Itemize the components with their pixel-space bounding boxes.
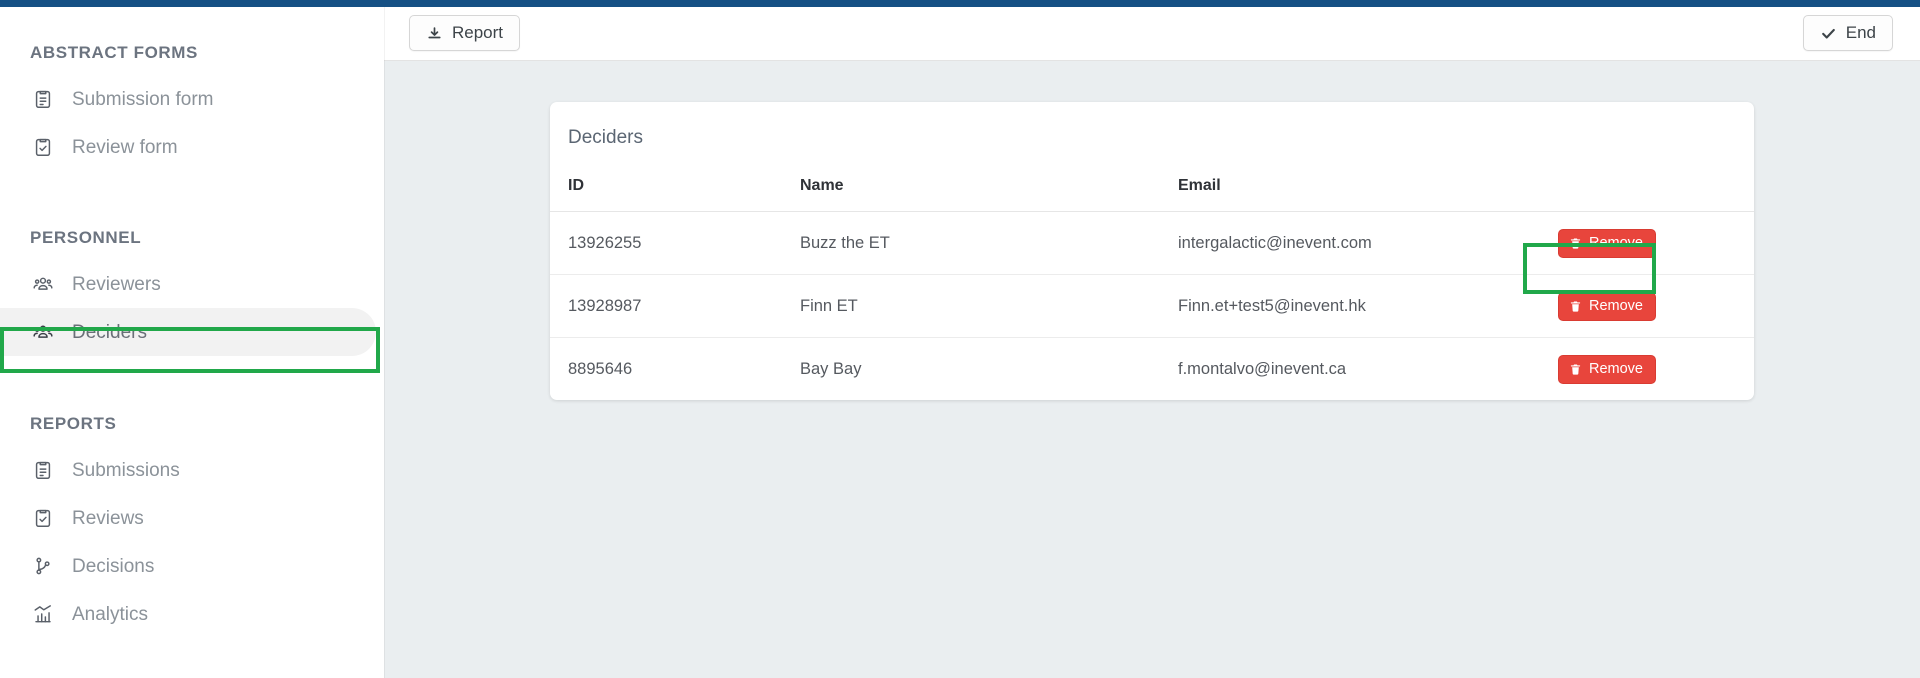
sidebar-group-title-personnel: PERSONNEL [30, 228, 142, 247]
clipboard-check-icon [30, 505, 56, 531]
cell-actions: Remove [1558, 274, 1754, 338]
cell-name: Finn ET [800, 274, 1178, 338]
column-header-actions [1558, 177, 1754, 212]
users-icon [30, 271, 56, 297]
sidebar-group-reports: REPORTS Submissions Reviews Decisions An… [0, 410, 384, 638]
sidebar-item-analytics[interactable]: Analytics [0, 590, 376, 638]
table-row: 13928987 Finn ET Finn.et+test5@inevent.h… [550, 274, 1754, 338]
sidebar-item-label: Review form [72, 136, 178, 158]
table-row: 8895646 Bay Bay f.montalvo@inevent.ca Re… [550, 338, 1754, 401]
remove-button[interactable]: Remove [1558, 291, 1656, 321]
users-icon [30, 319, 56, 345]
table-row: 13926255 Buzz the ET intergalactic@ineve… [550, 211, 1754, 275]
top-accent-bar [0, 0, 1920, 7]
sidebar-item-label: Reviewers [72, 273, 161, 295]
report-button[interactable]: Report [409, 15, 521, 51]
sidebar-list-personnel: Reviewers Deciders [0, 260, 384, 356]
clipboard-list-icon [30, 457, 56, 483]
sidebar-group-personnel: PERSONNEL Reviewers Deciders [0, 224, 384, 356]
trash-icon [1569, 300, 1582, 313]
sidebar-item-label: Deciders [72, 321, 147, 343]
column-header-name: Name [800, 177, 1178, 212]
main-content: Deciders ID Name Email 13926255 Buzz the… [384, 60, 1920, 678]
table-header-row: ID Name Email [550, 177, 1754, 212]
table-body: 13926255 Buzz the ET intergalactic@ineve… [550, 211, 1754, 401]
check-icon [1820, 25, 1837, 42]
deciders-table: ID Name Email 13926255 Buzz the ET inter… [550, 177, 1754, 400]
report-button-label: Report [452, 23, 504, 42]
trash-icon [1569, 237, 1582, 250]
remove-button[interactable]: Remove [1558, 354, 1656, 384]
cell-email: intergalactic@inevent.com [1178, 211, 1558, 275]
page-toolbar: Report End [384, 7, 1920, 61]
sidebar-item-label: Submission form [72, 88, 214, 110]
sidebar-item-label: Decisions [72, 555, 155, 577]
cell-id: 13928987 [550, 274, 800, 338]
card-title: Deciders [568, 127, 643, 148]
end-button-label: End [1845, 23, 1876, 42]
end-button[interactable]: End [1802, 15, 1893, 51]
sidebar-group-title-abstract-forms: ABSTRACT FORMS [30, 43, 198, 62]
sidebar-item-submissions[interactable]: Submissions [0, 446, 376, 494]
download-icon [426, 25, 443, 42]
cell-name: Bay Bay [800, 359, 862, 378]
remove-button-label: Remove [1589, 234, 1643, 251]
sidebar-inner: ABSTRACT FORMS Submission form Review fo… [0, 7, 384, 638]
sidebar-item-deciders[interactable]: Deciders [0, 308, 376, 356]
cell-actions: Remove [1558, 338, 1754, 401]
sidebar: ABSTRACT FORMS Submission form Review fo… [0, 7, 384, 678]
sidebar-item-reviewers[interactable]: Reviewers [0, 260, 376, 308]
sidebar-item-review-form[interactable]: Review form [0, 123, 376, 171]
git-branch-icon [30, 553, 56, 579]
cell-name: Buzz the ET [800, 211, 1178, 275]
sidebar-list-reports: Submissions Reviews Decisions Analytics [0, 446, 384, 638]
sidebar-item-submission-form[interactable]: Submission form [0, 75, 376, 123]
sidebar-list-abstract-forms: Submission form Review form [0, 75, 384, 171]
cell-id: 8895646 [568, 359, 633, 378]
cell-actions: Remove [1558, 211, 1754, 275]
sidebar-item-reviews[interactable]: Reviews [0, 494, 376, 542]
column-header-email: Email [1178, 177, 1558, 212]
column-header-id: ID [550, 177, 800, 212]
cell-id: 13926255 [550, 211, 800, 275]
sidebar-item-label: Analytics [72, 603, 149, 625]
clipboard-check-icon [30, 134, 56, 160]
app-root: ABSTRACT FORMS Submission form Review fo… [0, 0, 1920, 678]
sidebar-group-abstract-forms: ABSTRACT FORMS Submission form Review fo… [0, 39, 384, 171]
remove-button-label: Remove [1589, 297, 1643, 314]
table-head: ID Name Email [550, 177, 1754, 212]
trash-icon [1569, 363, 1582, 376]
clipboard-list-icon [30, 86, 56, 112]
remove-button-label: Remove [1589, 360, 1643, 377]
sidebar-group-title-reports: REPORTS [30, 414, 117, 433]
chart-bar-icon [30, 601, 56, 627]
cell-email: Finn.et+test5@inevent.hk [1178, 274, 1558, 338]
sidebar-item-label: Submissions [72, 459, 180, 481]
sidebar-item-label: Reviews [72, 507, 144, 529]
remove-button[interactable]: Remove [1558, 228, 1656, 258]
sidebar-item-decisions[interactable]: Decisions [0, 542, 376, 590]
deciders-card: Deciders ID Name Email 13926255 Buzz the… [550, 102, 1754, 400]
cell-email: f.montalvo@inevent.ca [1178, 359, 1347, 378]
